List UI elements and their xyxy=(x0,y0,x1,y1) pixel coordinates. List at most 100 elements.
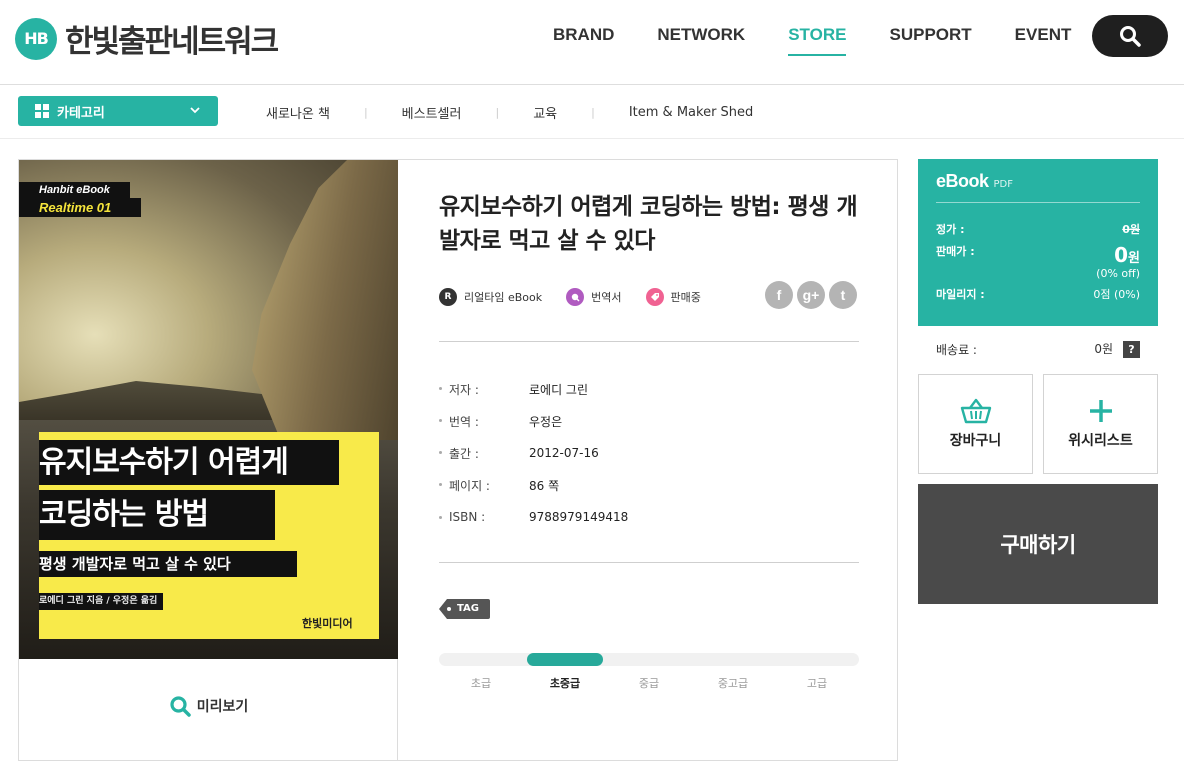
category-label: 카테고리 xyxy=(57,105,105,121)
mileage-value: 0점 (0%) xyxy=(1093,288,1140,301)
format-sub: PDF xyxy=(993,179,1013,190)
book-badges: R 리얼타임 eBook 번역서 판매중 xyxy=(439,288,725,306)
cart-label: 장바구니 xyxy=(949,433,1002,449)
sale-price-unit: 원 xyxy=(1128,251,1140,266)
search-icon xyxy=(1120,26,1141,47)
meta-author: 저자 : 로에디 그린 xyxy=(439,373,859,405)
nav-event[interactable]: EVENT xyxy=(1015,25,1072,56)
sub-links: 새로나온 책 | 베스트셀러 | 교육 | Item & Maker Shed xyxy=(266,103,753,122)
sub-link-maker-shed[interactable]: Item & Maker Shed xyxy=(629,105,753,120)
realtime-icon: R xyxy=(439,288,457,306)
meta-pages: 페이지 : 86 쪽 xyxy=(439,469,859,501)
nav-network[interactable]: NETWORK xyxy=(657,25,745,56)
list-price-value: 0원 xyxy=(1122,223,1140,236)
mileage-label: 마일리지 : xyxy=(936,288,985,301)
cover-subtitle: 평생 개발자로 먹고 살 수 있다 xyxy=(39,551,297,577)
level-upper-intermediate: 중고급 xyxy=(717,677,749,690)
tag-button[interactable]: TAG xyxy=(439,599,490,619)
format-label: eBook xyxy=(936,171,989,191)
shipping-value-wrap: 0원? xyxy=(1094,340,1140,358)
site-logo[interactable]: HB 한빛출판네트워크 xyxy=(15,16,279,61)
twitter-icon[interactable]: t xyxy=(829,281,857,309)
translation-icon xyxy=(566,288,585,306)
badge-realtime-ebook: R 리얼타임 eBook xyxy=(439,288,542,306)
chevron-down-icon xyxy=(190,107,200,114)
top-header: HB 한빛출판네트워크 BRAND NETWORK STORE SUPPORT … xyxy=(0,0,1184,85)
tag-icon xyxy=(645,288,664,306)
logo-mark: HB xyxy=(15,17,57,60)
nav-support[interactable]: SUPPORT xyxy=(889,25,971,56)
social-share: f g+ t xyxy=(765,281,861,309)
series-line1: Hanbit eBook xyxy=(19,182,130,198)
sale-price-row: 판매가 : 0원 xyxy=(936,243,1140,267)
list-price-label: 정가 : xyxy=(936,223,965,236)
discount-value: (0% off) xyxy=(1096,267,1140,280)
book-info: 유지보수하기 어렵게 코딩하는 방법: 평생 개발자로 먹고 살 수 있다 R … xyxy=(439,160,859,760)
price-box-header: eBook PDF xyxy=(936,159,1140,203)
logo-text: 한빛출판네트워크 xyxy=(65,24,279,60)
book-meta: 저자 : 로에디 그린 번역 : 우정은 출간 : 2012-07-16 페이지… xyxy=(439,373,859,533)
badge-on-sale: 판매중 xyxy=(645,288,701,306)
separator: | xyxy=(591,106,595,119)
series-line2: Realtime 01 xyxy=(19,198,141,217)
google-plus-icon[interactable]: g+ xyxy=(797,281,825,309)
help-icon[interactable]: ? xyxy=(1123,341,1140,358)
discount-row: (0% off) xyxy=(936,267,1140,280)
cover-hills xyxy=(19,381,279,420)
sale-price-number: 0 xyxy=(1114,243,1129,267)
preview-label: 미리보기 xyxy=(196,699,249,715)
wishlist-label: 위시리스트 xyxy=(1068,433,1133,449)
cover-title-line2: 코딩하는 방법 xyxy=(39,490,275,540)
badge-label: 번역서 xyxy=(591,291,622,304)
nav-brand[interactable]: BRAND xyxy=(553,25,614,56)
grid-icon xyxy=(35,104,49,118)
cover-title-line1: 유지보수하기 어렵게 xyxy=(39,440,339,485)
divider xyxy=(439,562,859,563)
cover-credits: 로에디 그린 지음 / 우정은 옮김 xyxy=(39,593,163,610)
mileage-row: 마일리지 : 0점 (0%) xyxy=(936,286,1140,302)
sale-price-value: 0원 xyxy=(1114,243,1140,267)
shipping-value: 0원 xyxy=(1094,342,1113,356)
nav-store[interactable]: STORE xyxy=(788,25,847,56)
level-track xyxy=(439,653,859,666)
level-lower-intermediate: 초중급 xyxy=(549,677,581,690)
meta-translator: 번역 : 우정은 xyxy=(439,405,859,437)
cover-column: Hanbit eBook Realtime 01 유지보수하기 어렵게 코딩하는… xyxy=(19,160,398,760)
level-indicator xyxy=(527,653,603,666)
divider xyxy=(439,341,859,342)
series-badge: Hanbit eBook Realtime 01 xyxy=(19,178,141,217)
sub-link-new[interactable]: 새로나온 책 xyxy=(266,103,330,122)
basket-icon xyxy=(960,398,991,424)
level-beginner: 초급 xyxy=(470,677,492,690)
sale-price-label: 판매가 : xyxy=(936,245,975,258)
plus-icon xyxy=(1089,400,1112,422)
badge-label: 판매중 xyxy=(670,291,701,304)
separator: | xyxy=(363,106,368,119)
sub-nav: 카테고리 새로나온 책 | 베스트셀러 | 교육 | Item & Maker … xyxy=(0,85,1184,139)
meta-isbn: ISBN : 9788979149418 xyxy=(439,501,859,533)
meta-published: 출간 : 2012-07-16 xyxy=(439,437,859,469)
search-button[interactable] xyxy=(1092,15,1168,57)
wishlist-button[interactable]: 위시리스트 xyxy=(1043,374,1158,474)
buy-button[interactable]: 구매하기 xyxy=(918,484,1158,604)
separator: | xyxy=(495,106,500,119)
book-panel: Hanbit eBook Realtime 01 유지보수하기 어렵게 코딩하는… xyxy=(18,159,898,761)
category-dropdown[interactable]: 카테고리 xyxy=(18,96,218,126)
sub-link-bestseller[interactable]: 베스트셀러 xyxy=(402,103,462,122)
level-advanced: 고급 xyxy=(806,677,828,690)
shipping-label: 배송료 : xyxy=(936,342,977,357)
price-box: eBook PDF 정가 : 0원 판매가 : 0원 (0% off) 마일리지… xyxy=(918,159,1158,326)
list-price-row: 정가 : 0원 xyxy=(936,221,1140,237)
facebook-icon[interactable]: f xyxy=(765,281,793,309)
badge-translation: 번역서 xyxy=(566,288,622,306)
shipping-row: 배송료 : 0원? xyxy=(936,340,1140,358)
level-labels: 초급 초중급 중급 중고급 고급 xyxy=(439,675,859,691)
cart-button[interactable]: 장바구니 xyxy=(918,374,1033,474)
book-cover[interactable]: Hanbit eBook Realtime 01 유지보수하기 어렵게 코딩하는… xyxy=(19,160,398,659)
badge-label: 리얼타임 eBook xyxy=(464,291,543,304)
main-nav: BRAND NETWORK STORE SUPPORT EVENT xyxy=(553,25,1114,56)
preview-button[interactable]: 미리보기 xyxy=(19,695,398,717)
level-intermediate: 중급 xyxy=(638,677,660,690)
sub-link-education[interactable]: 교육 xyxy=(533,103,557,122)
cover-publisher: 한빛미디어 xyxy=(302,617,353,630)
